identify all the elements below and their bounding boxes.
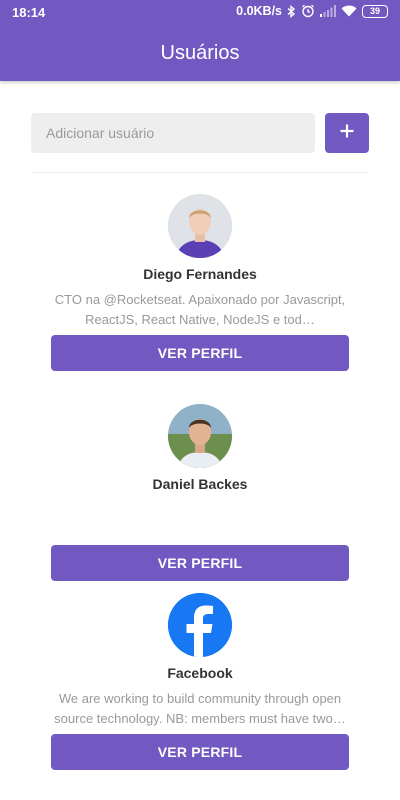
user-card: Daniel Backes VER PERFIL: [0, 404, 400, 604]
user-name: Daniel Backes: [152, 476, 248, 492]
user-bio: CTO na @Rocketseat. Apaixonado por Javas…: [54, 292, 346, 327]
bluetooth-icon: [287, 4, 296, 18]
facebook-logo-icon: [168, 593, 232, 657]
add-user-input[interactable]: [31, 113, 315, 153]
page-title: Usuários: [160, 42, 240, 64]
status-icons: 0.0KB/s 39: [236, 4, 388, 18]
view-profile-button[interactable]: VER PERFIL: [51, 335, 349, 371]
status-time: 18:14: [12, 5, 46, 20]
divider: [31, 172, 369, 173]
user-name: Diego Fernandes: [143, 266, 257, 282]
plus-icon: [340, 124, 354, 143]
user-bio: We are working to build community throug…: [54, 691, 346, 726]
view-profile-button[interactable]: VER PERFIL: [51, 545, 349, 581]
status-bar: 18:14 0.0KB/s 39: [0, 0, 400, 26]
network-speed: 0.0KB/s: [236, 4, 282, 18]
app-bar: 18:14 0.0KB/s 39 Usuários: [0, 0, 400, 81]
user-card: Diego Fernandes CTO na @Rocketseat. Apai…: [0, 194, 400, 394]
user-bio: [50, 500, 350, 540]
wifi-icon: [341, 5, 357, 17]
alarm-icon: [301, 4, 315, 18]
user-avatar: [168, 194, 232, 258]
add-user-button[interactable]: [325, 113, 369, 153]
user-card: Facebook We are working to build communi…: [0, 593, 400, 793]
view-profile-button[interactable]: VER PERFIL: [51, 734, 349, 770]
battery-icon: 39: [362, 4, 388, 18]
user-name: Facebook: [167, 665, 233, 681]
user-avatar: [168, 404, 232, 468]
signal-icon: [320, 5, 336, 17]
